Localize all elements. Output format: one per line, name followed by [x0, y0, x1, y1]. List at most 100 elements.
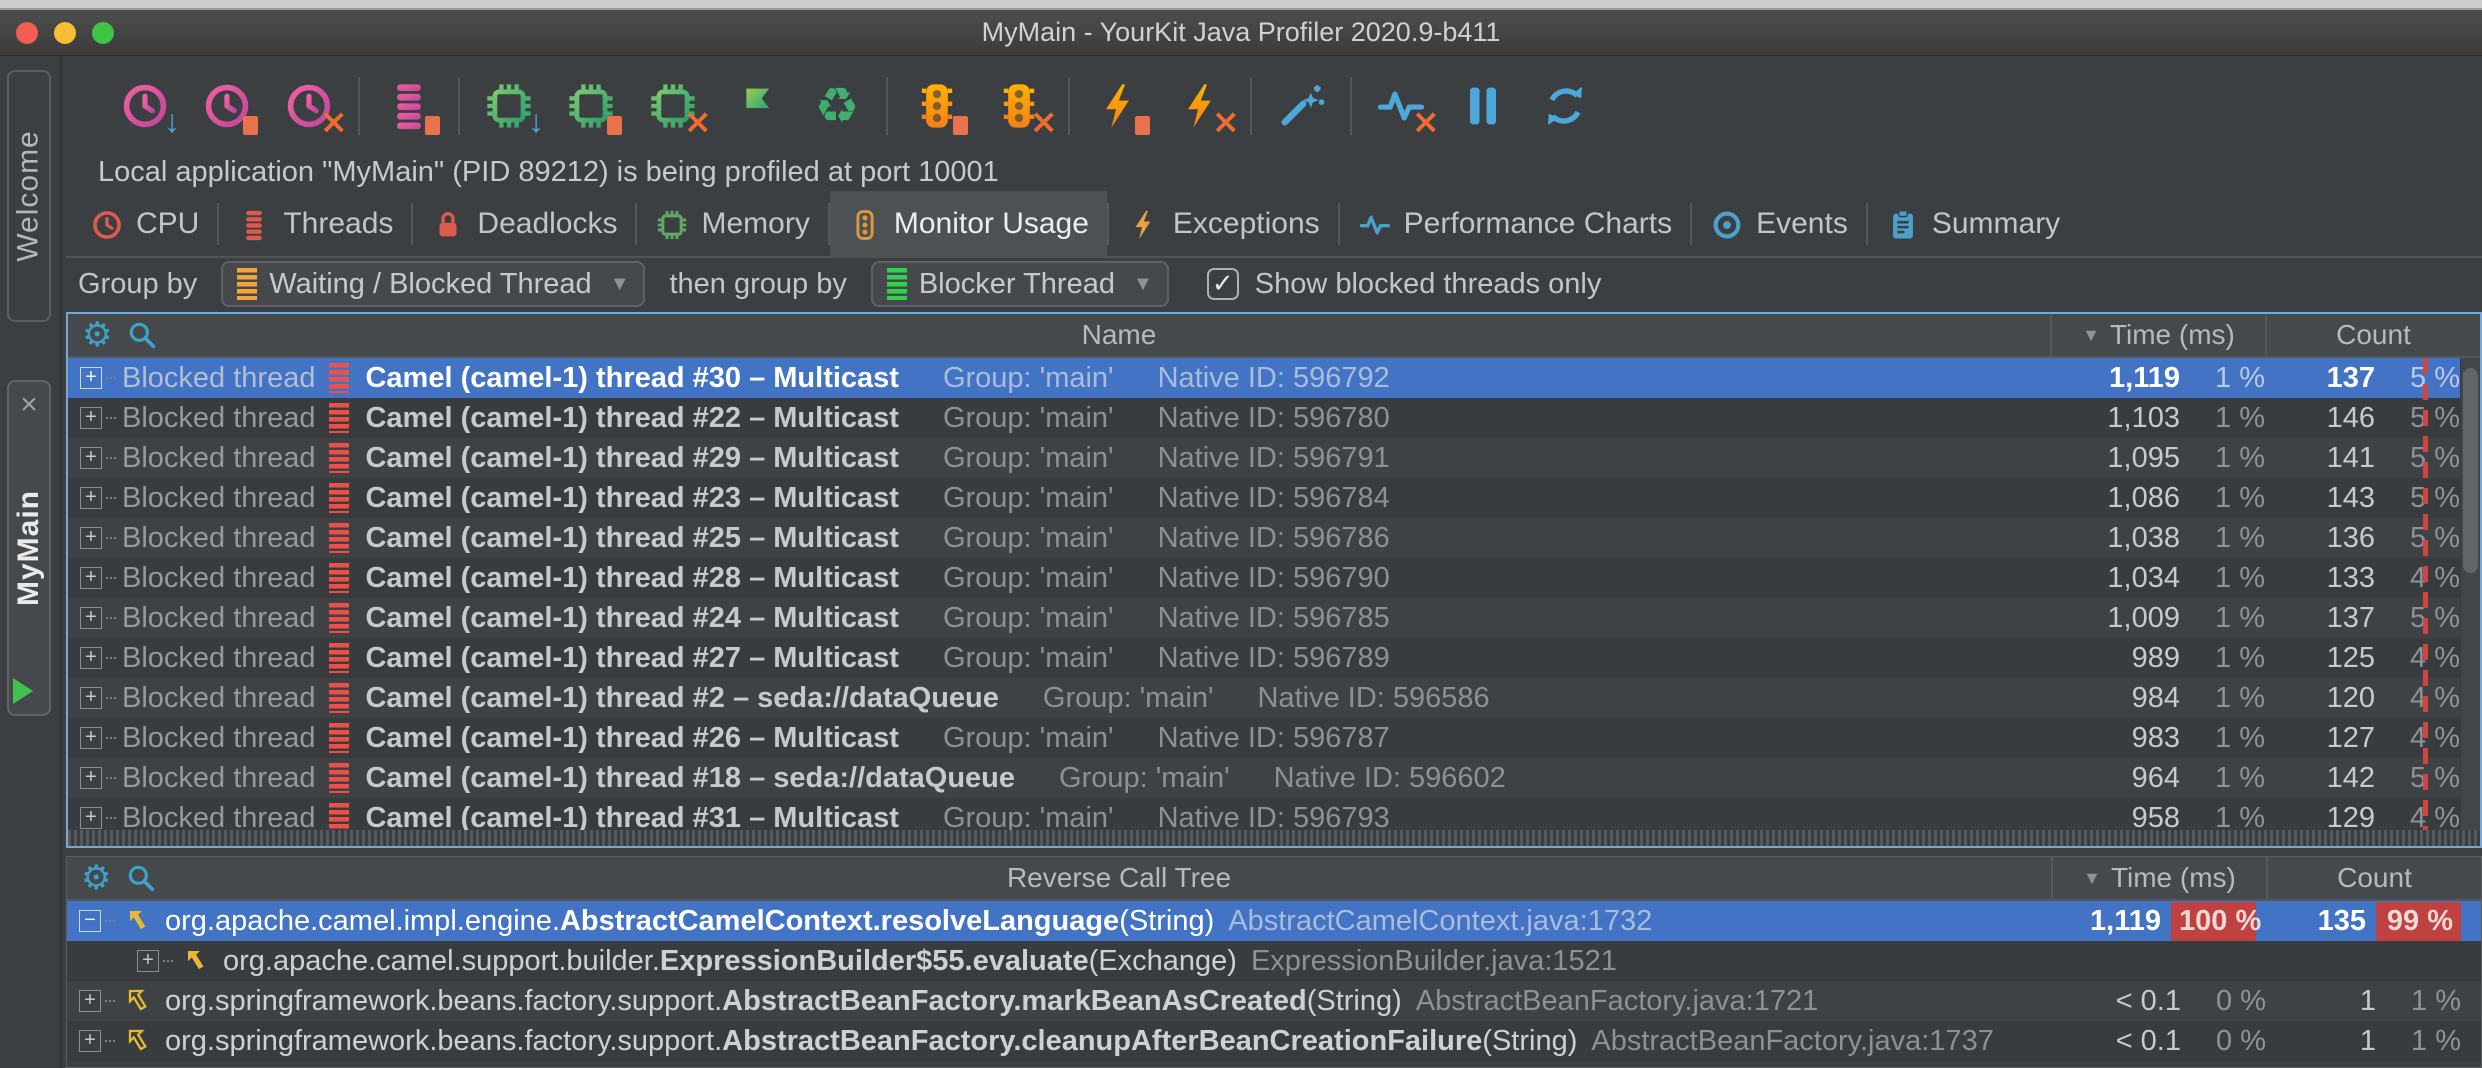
- thread-row[interactable]: +Blocked threadCamel (camel-1) thread #2…: [68, 598, 2480, 638]
- expand-icon[interactable]: +: [80, 527, 102, 549]
- capture-memory-snapshot-icon[interactable]: [728, 79, 782, 133]
- clear-cpu-data-icon[interactable]: ×: [282, 79, 336, 133]
- close-session-icon[interactable]: ×: [20, 392, 38, 418]
- tab-mymain[interactable]: × MyMain: [7, 380, 51, 716]
- expand-icon[interactable]: +: [79, 990, 101, 1012]
- cpu-icon: [90, 206, 124, 241]
- time-percent: 1 %: [2180, 762, 2265, 795]
- tree-connector: [106, 457, 116, 459]
- expand-icon[interactable]: +: [80, 567, 102, 589]
- tab-welcome[interactable]: Welcome: [7, 70, 51, 322]
- pause-telemetry-icon[interactable]: [1456, 79, 1510, 133]
- group-by-dropdown[interactable]: Waiting / Blocked Thread ▼: [221, 261, 645, 307]
- expand-icon[interactable]: +: [80, 727, 102, 749]
- call-tree-row[interactable]: +org.apache.camel.support.builder.Expres…: [67, 941, 2481, 981]
- time-percent: 1 %: [2180, 642, 2265, 675]
- inspections-icon[interactable]: [1274, 79, 1328, 133]
- blocked-thread-icon: [329, 643, 349, 673]
- tab-memory[interactable]: Memory: [637, 193, 827, 255]
- time-value: 1,038: [2050, 522, 2180, 555]
- expand-icon[interactable]: +: [80, 767, 102, 789]
- expand-icon[interactable]: +: [79, 1030, 101, 1052]
- column-header-time[interactable]: ▼ Time (ms): [2050, 314, 2265, 356]
- tab-events[interactable]: Events: [1692, 193, 1866, 255]
- expand-icon[interactable]: +: [80, 447, 102, 469]
- thread-row[interactable]: +Blocked threadCamel (camel-1) thread #2…: [68, 478, 2480, 518]
- expand-icon[interactable]: +: [137, 950, 159, 972]
- stop-monitor-profiling-icon[interactable]: [910, 79, 964, 133]
- stop-cpu-profiling-icon[interactable]: [200, 79, 254, 133]
- thread-row[interactable]: +Blocked threadCamel (camel-1) thread #3…: [68, 358, 2480, 398]
- expand-icon[interactable]: +: [80, 687, 102, 709]
- column-header-time[interactable]: ▼ Time (ms): [2051, 857, 2266, 899]
- blocker-thread-icon: [887, 268, 907, 300]
- collapse-icon[interactable]: −: [79, 910, 101, 932]
- expand-icon[interactable]: +: [80, 607, 102, 629]
- tab-exceptions[interactable]: Exceptions: [1109, 193, 1338, 255]
- thread-row[interactable]: +Blocked threadCamel (camel-1) thread #2…: [68, 558, 2480, 598]
- column-header-count[interactable]: Count: [2266, 857, 2481, 899]
- expand-icon[interactable]: +: [80, 407, 102, 429]
- start-cpu-profiling-icon[interactable]: ↓: [118, 79, 172, 133]
- stop-exception-profiling-icon[interactable]: [1092, 79, 1146, 133]
- thread-row[interactable]: +Blocked threadCamel (camel-1) thread #2…: [68, 638, 2480, 678]
- call-tree-row[interactable]: +org.springframework.beans.factory.suppo…: [67, 1021, 2481, 1061]
- tab-summary[interactable]: Summary: [1868, 193, 2078, 255]
- expand-icon[interactable]: +: [80, 367, 102, 389]
- clear-monitor-data-icon[interactable]: ×: [992, 79, 1046, 133]
- clear-telemetry-icon[interactable]: ×: [1374, 79, 1428, 133]
- then-group-by-dropdown[interactable]: Blocker Thread ▼: [871, 261, 1169, 307]
- count-value: 1: [2266, 1025, 2376, 1058]
- table-settings-gear-icon[interactable]: ⚙: [81, 858, 111, 898]
- expand-icon[interactable]: +: [80, 807, 102, 829]
- clear-memory-data-icon[interactable]: ×: [646, 79, 700, 133]
- source-reference: AbstractBeanFactory.java:1737: [1591, 1025, 1993, 1058]
- clear-exception-data-icon[interactable]: ×: [1174, 79, 1228, 133]
- table-search-icon[interactable]: [125, 862, 157, 894]
- table-search-icon[interactable]: [126, 319, 158, 351]
- count-value: 137: [2265, 362, 2375, 395]
- show-blocked-threads-checkbox[interactable]: ✓: [1207, 268, 1239, 300]
- stop-thread-telemetry-icon[interactable]: [382, 79, 436, 133]
- thread-row[interactable]: +Blocked threadCamel (camel-1) thread #2…: [68, 438, 2480, 478]
- horizontal-scrollbar[interactable]: [68, 830, 2480, 846]
- then-group-by-label: then group by: [669, 268, 846, 301]
- thread-row[interactable]: +Blocked threadCamel (camel-1) thread #2…: [68, 678, 2480, 718]
- refresh-icon[interactable]: [1538, 79, 1592, 133]
- column-header-name[interactable]: Name: [188, 319, 2050, 351]
- call-tree-row[interactable]: −org.apache.camel.impl.engine.AbstractCa…: [67, 901, 2481, 941]
- count-percent: 4 %: [2375, 722, 2460, 755]
- tab-deadlocks[interactable]: Deadlocks: [413, 193, 635, 255]
- column-header-reverse-call-tree[interactable]: Reverse Call Tree: [187, 862, 2051, 894]
- tab-cpu[interactable]: CPU: [72, 193, 217, 255]
- start-memory-profiling-icon[interactable]: ↓: [482, 79, 536, 133]
- thread-row[interactable]: +Blocked threadCamel (camel-1) thread #3…: [68, 798, 2480, 830]
- tree-connector: [106, 737, 116, 739]
- clear-badge-icon: ×: [320, 105, 349, 139]
- thread-row[interactable]: +Blocked threadCamel (camel-1) thread #1…: [68, 758, 2480, 798]
- column-header-count[interactable]: Count: [2265, 314, 2480, 356]
- tab-performance-charts[interactable]: Performance Charts: [1340, 193, 1690, 255]
- count-percent: 4 %: [2375, 802, 2460, 831]
- tab-threads[interactable]: Threads: [219, 193, 411, 255]
- expand-icon[interactable]: +: [80, 647, 102, 669]
- tree-connector: [106, 497, 116, 499]
- tree-connector: [105, 1040, 115, 1042]
- stop-memory-profiling-icon[interactable]: [564, 79, 618, 133]
- scrollbar-thumb[interactable]: [2463, 368, 2478, 573]
- row-prefix: Blocked thread: [122, 802, 315, 831]
- call-tree-row[interactable]: +org.springframework.beans.factory.suppo…: [67, 981, 2481, 1021]
- table-settings-gear-icon[interactable]: ⚙: [82, 315, 112, 355]
- force-garbage-collection-icon[interactable]: ♻: [810, 79, 864, 133]
- source-reference: AbstractCamelContext.java:1732: [1228, 905, 1652, 938]
- time-percent: 0 %: [2181, 1025, 2266, 1058]
- expand-icon[interactable]: +: [80, 487, 102, 509]
- thread-name-cell: +Blocked threadCamel (camel-1) thread #2…: [68, 682, 2050, 715]
- thread-row[interactable]: +Blocked threadCamel (camel-1) thread #2…: [68, 718, 2480, 758]
- vertical-scrollbar[interactable]: [2460, 358, 2480, 830]
- tab-monitor-usage[interactable]: Monitor Usage: [830, 191, 1107, 257]
- group-by-value: Waiting / Blocked Thread: [269, 268, 591, 301]
- thread-row[interactable]: +Blocked threadCamel (camel-1) thread #2…: [68, 398, 2480, 438]
- time-value: 1,009: [2050, 602, 2180, 635]
- thread-row[interactable]: +Blocked threadCamel (camel-1) thread #2…: [68, 518, 2480, 558]
